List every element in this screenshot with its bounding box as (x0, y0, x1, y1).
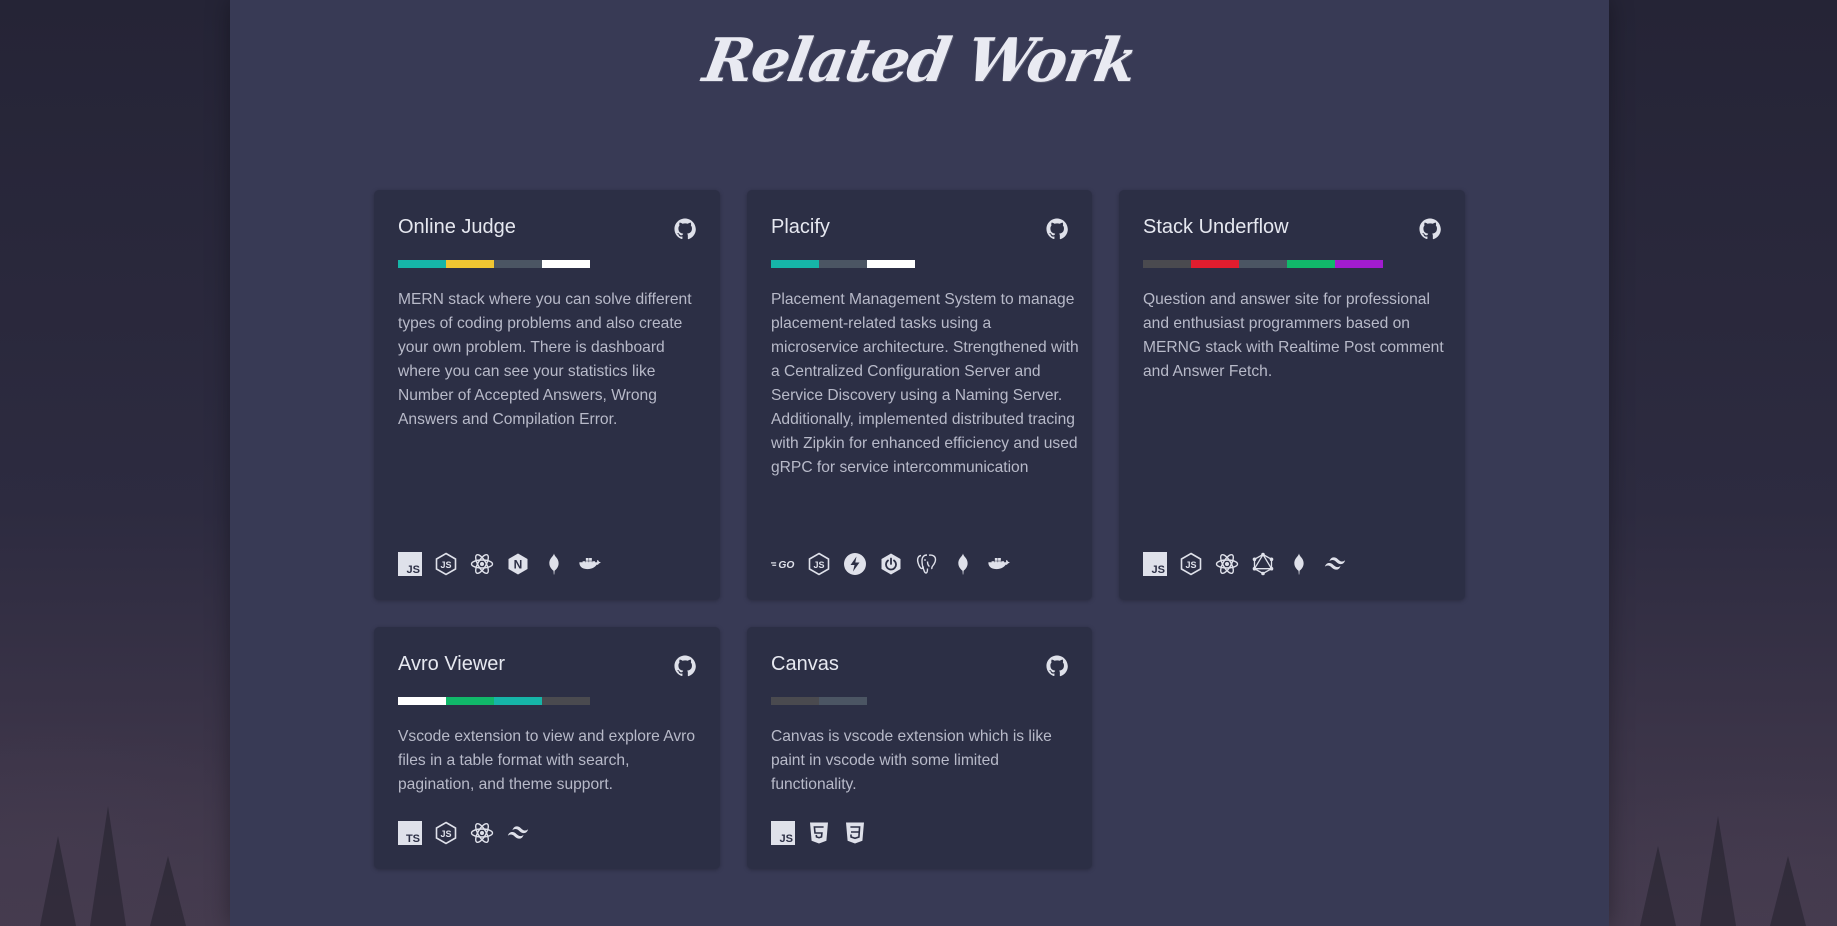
react-icon (470, 552, 494, 576)
background-tree (90, 806, 126, 926)
background-tree (40, 836, 76, 926)
content-panel: Related Work Online Judge MERN stack whe… (230, 0, 1609, 926)
typescript-icon: TS (398, 821, 422, 845)
tech-color-segment (1239, 260, 1287, 268)
javascript-icon: JS (1143, 552, 1167, 576)
mongodb-icon (1287, 552, 1311, 576)
project-title: Placify (771, 216, 830, 238)
javascript-icon: JS (398, 552, 422, 576)
svg-text:GO: GO (778, 560, 794, 571)
spring-icon (843, 552, 867, 576)
tech-color-bar (398, 260, 590, 268)
section-title: Related Work (698, 26, 1141, 96)
nodejs-icon: JS (807, 552, 831, 576)
project-description: Placement Management System to manage pl… (771, 291, 1079, 476)
tech-color-segment (819, 697, 867, 705)
postgresql-icon (915, 552, 939, 576)
nextjs-icon: N (506, 552, 530, 576)
svg-text:JS: JS (440, 560, 451, 570)
project-title: Avro Viewer (398, 653, 506, 675)
mongodb-icon (951, 552, 975, 576)
project-card-canvas: Canvas Canvas is vscode extension which … (747, 627, 1092, 869)
background-tree (150, 856, 186, 926)
svg-text:JS: JS (1152, 564, 1165, 576)
nodejs-icon: JS (434, 552, 458, 576)
svg-text:JS: JS (780, 833, 793, 845)
project-card-placify: Placify Placement Management System to m… (747, 190, 1092, 600)
tech-color-segment (1287, 260, 1335, 268)
project-title: Online Judge (398, 216, 516, 238)
tech-color-segment (867, 260, 915, 268)
svg-text:JS: JS (407, 564, 420, 576)
github-icon[interactable] (1046, 655, 1068, 677)
react-icon (470, 821, 494, 845)
spring-boot-icon (879, 552, 903, 576)
mongodb-icon (542, 552, 566, 576)
svg-text:JS: JS (1185, 560, 1196, 570)
tech-color-segment (398, 260, 446, 268)
html5-icon (807, 821, 831, 845)
project-card-avro-viewer: Avro Viewer Vscode extension to view and… (374, 627, 720, 869)
github-icon[interactable] (674, 655, 696, 677)
project-card-online-judge: Online Judge MERN stack where you can so… (374, 190, 720, 600)
tech-color-segment (771, 697, 819, 705)
github-icon[interactable] (1419, 218, 1441, 240)
tech-color-bar (771, 260, 915, 268)
tech-stack: GO JS (771, 552, 1011, 576)
docker-icon (987, 552, 1011, 576)
project-description: Question and answer site for professiona… (1143, 291, 1444, 380)
project-description: MERN stack where you can solve different… (398, 291, 692, 428)
project-title: Canvas (771, 653, 839, 675)
nodejs-icon: JS (434, 821, 458, 845)
tech-color-segment (398, 697, 446, 705)
tech-color-segment (1335, 260, 1383, 268)
svg-text:TS: TS (406, 833, 420, 845)
css3-icon (843, 821, 867, 845)
javascript-icon: JS (771, 821, 795, 845)
tech-color-bar (398, 697, 590, 705)
tech-color-segment (446, 697, 494, 705)
tech-color-segment (1143, 260, 1191, 268)
tech-color-segment (771, 260, 819, 268)
tech-color-segment (446, 260, 494, 268)
tech-stack: JS JS N (398, 552, 602, 576)
tech-stack: JS (771, 821, 867, 845)
project-description: Canvas is vscode extension which is like… (771, 728, 1052, 793)
github-icon[interactable] (1046, 218, 1068, 240)
react-icon (1215, 552, 1239, 576)
tech-color-segment (542, 697, 590, 705)
tech-color-bar (1143, 260, 1383, 268)
tech-color-bar (771, 697, 867, 705)
tech-color-segment (494, 260, 542, 268)
tailwind-icon (506, 821, 530, 845)
github-icon[interactable] (674, 218, 696, 240)
tech-color-segment (1191, 260, 1239, 268)
go-icon: GO (771, 552, 795, 576)
tech-color-segment (819, 260, 867, 268)
svg-text:JS: JS (813, 560, 824, 570)
docker-icon (578, 552, 602, 576)
nodejs-icon: JS (1179, 552, 1203, 576)
project-description: Vscode extension to view and explore Avr… (398, 728, 696, 793)
svg-text:JS: JS (440, 829, 451, 839)
tailwind-icon (1323, 552, 1347, 576)
project-card-stack-underflow: Stack Underflow Question and answer site… (1119, 190, 1465, 600)
background-tree (1700, 816, 1736, 926)
project-title: Stack Underflow (1143, 216, 1289, 238)
background-tree (1770, 856, 1806, 926)
tech-color-segment (542, 260, 590, 268)
background-tree (1640, 846, 1676, 926)
tech-stack: JS JS (1143, 552, 1347, 576)
graphql-icon (1251, 552, 1275, 576)
tech-stack: TS JS (398, 821, 530, 845)
svg-text:N: N (514, 558, 523, 572)
tech-color-segment (494, 697, 542, 705)
